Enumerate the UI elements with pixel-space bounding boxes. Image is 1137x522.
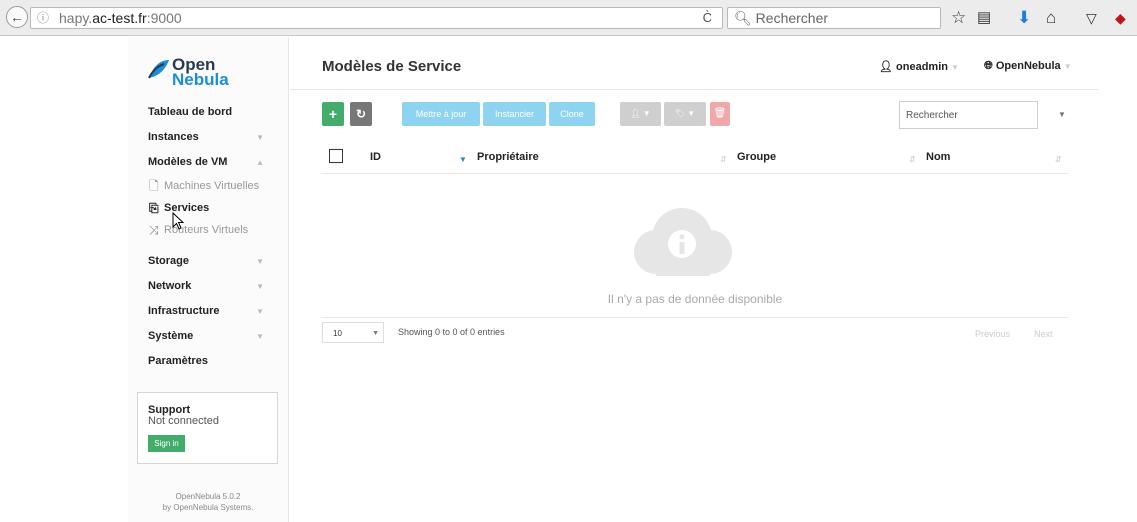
page-header: Modèles de Service 👤︎ oneadmin ▼ 🌐︎ Open… [290,37,1098,90]
user-menu[interactable]: 👤︎ oneadmin ▼ [879,60,959,73]
instantiate-button[interactable]: Instancier [483,102,546,126]
sidebar-item-virtual-machines[interactable]: 🗋︎ Machines Virtuelles [128,175,288,197]
column-header-name[interactable]: Nom [926,144,950,174]
pocket-icon[interactable]: ▽ [1086,8,1097,28]
chevron-down-icon: ▼ [1063,62,1072,71]
back-arrow-icon[interactable]: ← [6,6,28,28]
support-status: Not connected [148,415,219,427]
home-icon[interactable]: ⌂ [1046,8,1056,28]
sort-icon[interactable]: ⇵ [909,147,916,173]
opennebula-logo[interactable]: Open Nebula [148,52,268,92]
sidebar-item-services[interactable]: ⎘ Services [128,197,288,219]
page-size-select[interactable]: 10 ▼ [322,322,384,343]
logo-text-nebula: Nebula [172,70,229,89]
chevron-up-icon: ▲ [256,158,264,167]
tag-icon: 🏷︎ [674,109,685,118]
opennebula-logo-icon [148,60,169,79]
browser-search-field[interactable]: 🔍︎ Rechercher [727,7,941,29]
browser-toolbar: ← ⓘ hapy.ac-test.fr:9000 C̀ 🔍︎ Recherche… [0,0,1137,36]
file-icon: 🗋︎ [149,179,159,193]
reading-list-icon[interactable]: ▤ [977,8,991,28]
sidebar-item-virtual-routers[interactable]: ⤨ Routeurs Virtuels [128,219,288,241]
table-bottom-divider [321,317,1068,318]
globe-icon: 🌐︎ [984,60,993,72]
chevron-down-icon: ▼ [372,330,379,337]
page-title: Modèles de Service [322,58,462,75]
sidebar-nav: Tableau de bord Instances ▼ Modèles de VM… [128,100,288,374]
chevron-down-icon: ▼ [256,282,264,291]
sidebar-item-storage[interactable]: Storage ▼ [128,249,288,274]
vendor-text[interactable]: by OpenNebula Systems. [128,502,288,513]
sidebar-item-system[interactable]: Système ▼ [128,324,288,349]
previous-page-button[interactable]: Previous [975,329,1010,339]
delete-button[interactable]: 🗑︎ [710,102,730,126]
column-header-id[interactable]: ID [370,144,381,174]
user-icon: 👤︎ [879,61,893,73]
chevron-down-icon[interactable]: ▼ [1058,110,1066,119]
ublock-icon[interactable]: ◆ [1115,8,1126,28]
download-icon[interactable]: ⬇ [1017,8,1031,28]
column-header-owner[interactable]: Propriétaire [477,144,539,174]
zone-menu[interactable]: 🌐︎ OpenNebula ▼ [984,60,1072,73]
select-all-checkbox[interactable] [329,149,343,163]
empty-table-message: Il n'y a pas de donnée disponible [607,292,783,306]
sidebar: Open Nebula Tableau de bord Instances ▼ M… [128,37,289,522]
sort-icon[interactable]: ⇵ [720,147,727,173]
sidebar-item-dashboard[interactable]: Tableau de bord [128,100,288,125]
trash-icon: 🗑︎ [713,108,727,119]
sort-icon[interactable]: ⇵ [1055,147,1062,173]
sidebar-item-settings[interactable]: Paramètres [128,349,288,374]
search-input[interactable]: Rechercher [899,101,1038,129]
chevron-down-icon: ▼ [951,63,959,72]
chevron-down-icon: ▼ [256,133,264,142]
sidebar-item-network[interactable]: Network ▼ [128,274,288,299]
version-footer: OpenNebula 5.0.2 by OpenNebula Systems. [128,491,288,513]
info-icon[interactable]: ⓘ [37,8,49,28]
sidebar-item-instances[interactable]: Instances ▼ [128,125,288,150]
chevron-down-icon: ▼ [256,332,264,341]
url-text: hapy.ac-test.fr:9000 [59,10,182,26]
next-page-button[interactable]: Next [1034,329,1053,339]
update-button[interactable]: Mettre à jour [402,102,480,126]
sign-in-button[interactable]: Sign in [148,435,185,452]
reload-icon[interactable]: C̀ [703,8,712,28]
mouse-cursor-icon [172,212,184,230]
cloud-info-icon [634,208,732,276]
labels-button[interactable]: 🏷︎ ▼ [664,102,706,126]
column-header-group[interactable]: Groupe [737,144,776,174]
random-icon: ⤨ [149,223,159,237]
bookmark-star-icon[interactable]: ☆ [951,8,966,28]
clone-button[interactable]: Clone [549,102,595,126]
refresh-button[interactable]: ↻ [350,102,372,126]
create-button[interactable]: + [322,102,344,126]
support-panel: Support Not connected Sign in [137,392,278,464]
change-owner-button[interactable]: 👤︎ ▼ [620,102,661,126]
sidebar-item-infrastructure[interactable]: Infrastructure ▼ [128,299,288,324]
sort-desc-icon[interactable]: ▼ [459,147,467,173]
url-bar[interactable]: ⓘ hapy.ac-test.fr:9000 C̀ [30,7,723,29]
table-header-divider [321,173,1068,174]
entries-info: Showing 0 to 0 of 0 entries [398,327,505,337]
chevron-down-icon: ▼ [256,307,264,316]
version-text: OpenNebula 5.0.2 [175,492,241,501]
chevron-down-icon: ▼ [256,257,264,266]
copy-icon: ⎘ [149,201,159,215]
sidebar-item-vm-templates[interactable]: Modèles de VM ▲ [128,150,288,175]
user-icon: 👤︎ [630,109,641,118]
